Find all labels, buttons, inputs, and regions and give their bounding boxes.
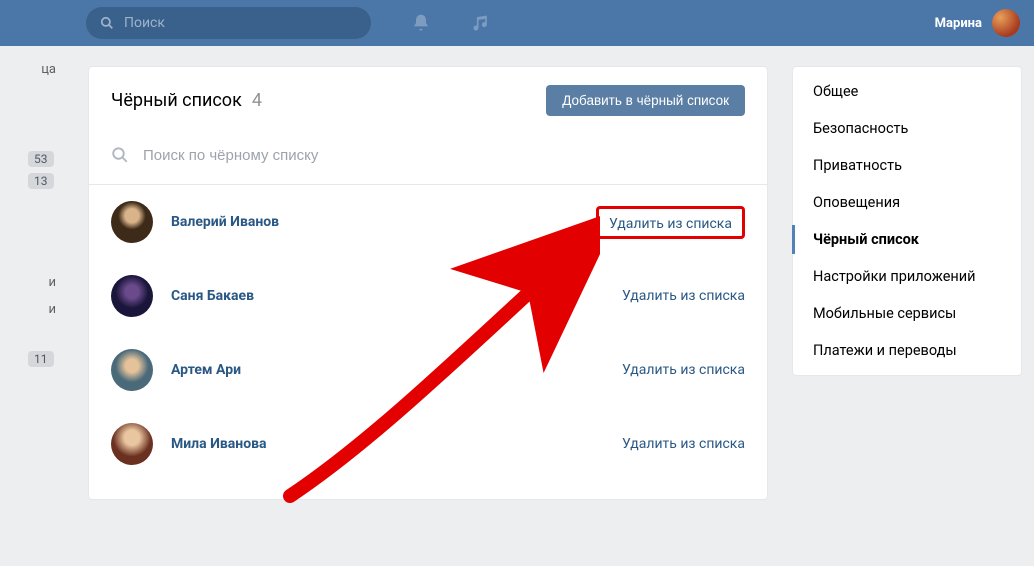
user-name: Марина (935, 16, 982, 31)
global-search[interactable]: Поиск (86, 7, 371, 39)
person-name-link[interactable]: Саня Бакаев (171, 288, 604, 304)
person-name-link[interactable]: Мила Иванова (171, 436, 604, 452)
nav-fragment-text: и (0, 298, 60, 325)
nav-badge: 13 (28, 173, 54, 189)
search-icon (100, 16, 114, 30)
remove-from-list-link[interactable]: Удалить из списка (622, 436, 745, 452)
nav-fragment-text: и (0, 259, 60, 298)
nav-badge: 53 (28, 151, 54, 167)
sidebar-item-mobile[interactable]: Мобильные сервисы (793, 295, 1021, 332)
page-title-text: Чёрный список (111, 90, 242, 111)
person-name-link[interactable]: Валерий Иванов (171, 214, 578, 230)
nav-fragment-text: ца (0, 46, 60, 85)
top-bar: Поиск Марина (0, 0, 1034, 46)
page-title: Чёрный список 4 (111, 90, 262, 111)
blacklist-panel: Чёрный список 4 Добавить в чёрный список… (88, 66, 768, 500)
nav-badge: 11 (28, 351, 54, 367)
settings-sidebar: Общее Безопасность Приватность Оповещени… (792, 66, 1022, 376)
avatar (992, 9, 1020, 37)
avatar[interactable] (111, 423, 153, 465)
avatar[interactable] (111, 275, 153, 317)
top-icons (411, 13, 491, 33)
blacklist-count: 4 (252, 90, 262, 111)
list-item: Валерий Иванов Удалить из списка (89, 185, 767, 259)
sidebar-item-apps[interactable]: Настройки приложений (793, 258, 1021, 295)
sidebar-item-security[interactable]: Безопасность (793, 110, 1021, 147)
sidebar-item-general[interactable]: Общее (793, 73, 1021, 110)
sidebar-item-blacklist[interactable]: Чёрный список (793, 221, 1021, 258)
blacklist-search[interactable] (89, 134, 767, 185)
sidebar-item-notifications[interactable]: Оповещения (793, 184, 1021, 221)
list-item: Мила Иванова Удалить из списка (89, 407, 767, 481)
highlight-box: Удалить из списка (596, 206, 745, 239)
blacklist-search-input[interactable] (143, 147, 745, 164)
avatar[interactable] (111, 349, 153, 391)
list-item: Артем Ари Удалить из списка (89, 333, 767, 407)
list-item: Саня Бакаев Удалить из списка (89, 259, 767, 333)
remove-from-list-link[interactable]: Удалить из списка (622, 288, 745, 304)
user-menu[interactable]: Марина (935, 0, 1020, 46)
remove-from-list-link[interactable]: Удалить из списка (622, 362, 745, 378)
avatar[interactable] (111, 201, 153, 243)
left-nav-fragment: ца 53 13 и и 11 (0, 46, 60, 367)
panel-header: Чёрный список 4 Добавить в чёрный список (89, 67, 767, 134)
sidebar-item-payments[interactable]: Платежи и переводы (793, 332, 1021, 369)
global-search-placeholder: Поиск (124, 15, 165, 31)
sidebar-item-privacy[interactable]: Приватность (793, 147, 1021, 184)
music-icon[interactable] (471, 13, 491, 33)
search-icon (111, 146, 129, 164)
remove-from-list-link[interactable]: Удалить из списка (609, 216, 732, 232)
person-name-link[interactable]: Артем Ари (171, 362, 604, 378)
bell-icon[interactable] (411, 13, 431, 33)
add-to-blacklist-button[interactable]: Добавить в чёрный список (546, 85, 745, 116)
